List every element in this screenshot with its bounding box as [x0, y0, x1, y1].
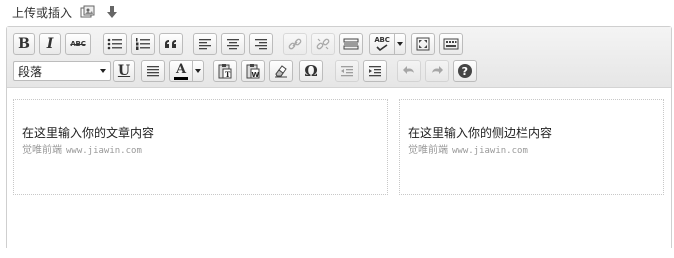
spellcheck-dropdown-button[interactable] — [394, 33, 406, 55]
paste-word-button[interactable]: W — [241, 60, 265, 82]
sidebar-content-site: 觉唯前端 — [408, 145, 448, 156]
align-right-button[interactable] — [249, 33, 273, 55]
outdent-icon — [341, 66, 353, 77]
redo-icon — [432, 66, 443, 74]
redo-button[interactable] — [425, 60, 449, 82]
spellcheck-button[interactable]: ABC — [369, 33, 395, 55]
align-center-button[interactable] — [221, 33, 245, 55]
svg-text:?: ? — [462, 65, 468, 78]
sidebar-content-credit: 觉唯前端 www.jiawin.com — [408, 144, 663, 158]
bullet-list-icon — [107, 38, 122, 50]
underline-button[interactable]: U — [113, 60, 135, 82]
remove-format-button[interactable] — [269, 60, 293, 82]
justify-button[interactable] — [141, 60, 165, 82]
upload-insert-link[interactable]: 上传或插入 — [12, 4, 72, 21]
indent-button[interactable] — [363, 60, 387, 82]
spellcheck-label: ABC — [374, 36, 390, 44]
numbered-list-button[interactable] — [131, 33, 155, 55]
special-character-button[interactable]: Ω — [299, 60, 323, 82]
sidebar-content-url: www.jiawin.com — [452, 146, 528, 156]
bold-label: B — [18, 36, 30, 52]
main-content-credit: 觉唯前端 www.jiawin.com — [22, 144, 387, 158]
text-color-dropdown-button[interactable] — [192, 60, 204, 82]
text-color-swatch — [174, 76, 188, 80]
strikethrough-label: ABC — [70, 39, 86, 48]
paste-text-button[interactable]: T — [213, 60, 237, 82]
insert-more-tag-button[interactable] — [339, 33, 363, 55]
numbered-list-icon — [136, 38, 150, 50]
underline-label: U — [117, 63, 131, 79]
chevron-down-icon — [96, 69, 110, 73]
help-button[interactable]: ? — [453, 60, 477, 82]
insert-link-button[interactable] — [283, 33, 307, 55]
omega-label: Ω — [304, 61, 318, 80]
justify-icon — [147, 66, 159, 77]
spellcheck-icon: ABC — [374, 36, 390, 51]
editor-toolbar: B I ABC ABC 段落 U A T W Ω ? — [7, 27, 671, 88]
quote-icon — [165, 40, 176, 48]
undo-icon — [403, 66, 414, 74]
unlink-icon — [316, 38, 330, 50]
media-bar: 上传或插入 — [12, 3, 120, 21]
indent-icon — [369, 66, 381, 77]
italic-label: I — [46, 36, 54, 52]
sidebar-content-box[interactable]: 在这里输入你的侧边栏内容 觉唯前端 www.jiawin.com — [399, 99, 664, 195]
main-content-url: www.jiawin.com — [66, 146, 142, 156]
align-center-icon — [227, 39, 239, 50]
italic-button[interactable]: I — [39, 33, 61, 55]
eraser-icon — [275, 65, 287, 78]
add-media-icon[interactable] — [80, 4, 96, 20]
svg-text:T: T — [225, 70, 231, 79]
main-content-box[interactable]: 在这里输入你的文章内容 觉唯前端 www.jiawin.com — [13, 99, 388, 195]
help-icon: ? — [458, 64, 472, 78]
main-content-heading: 在这里输入你的文章内容 — [22, 126, 155, 140]
align-left-icon — [199, 39, 211, 50]
paste-text-icon: T — [218, 64, 232, 79]
more-tag-icon — [343, 38, 359, 50]
outdent-button[interactable] — [335, 60, 359, 82]
align-left-button[interactable] — [193, 33, 217, 55]
main-content-site: 觉唯前端 — [22, 145, 62, 156]
blockquote-button[interactable] — [159, 33, 183, 55]
text-color-label: A — [175, 61, 187, 77]
link-icon — [288, 38, 302, 50]
unlink-button[interactable] — [311, 33, 335, 55]
kitchen-sink-icon — [443, 38, 459, 50]
sidebar-content-heading: 在这里输入你的侧边栏内容 — [408, 126, 553, 140]
editor-content-area[interactable]: 在这里输入你的文章内容 觉唯前端 www.jiawin.com 在这里输入你的侧边… — [7, 88, 671, 258]
format-select[interactable]: 段落 — [13, 61, 111, 81]
undo-button[interactable] — [397, 60, 421, 82]
rich-text-editor: B I ABC ABC 段落 U A T W Ω ? 在这里输入你的文章内容 觉… — [6, 26, 672, 258]
align-right-icon — [255, 39, 267, 50]
toolbar-toggle-button[interactable] — [439, 33, 463, 55]
bold-button[interactable]: B — [13, 33, 35, 55]
chevron-down-icon — [195, 69, 201, 73]
format-select-value: 段落 — [18, 64, 43, 79]
paste-word-icon: W — [246, 64, 260, 79]
bullet-list-button[interactable] — [103, 33, 127, 55]
svg-text:W: W — [252, 71, 260, 79]
download-arrow-icon[interactable] — [104, 4, 120, 20]
strikethrough-button[interactable]: ABC — [65, 33, 91, 55]
text-color-button[interactable]: A — [169, 60, 193, 82]
chevron-down-icon — [397, 42, 403, 46]
fullscreen-button[interactable] — [411, 33, 435, 55]
fullscreen-icon — [416, 37, 430, 51]
